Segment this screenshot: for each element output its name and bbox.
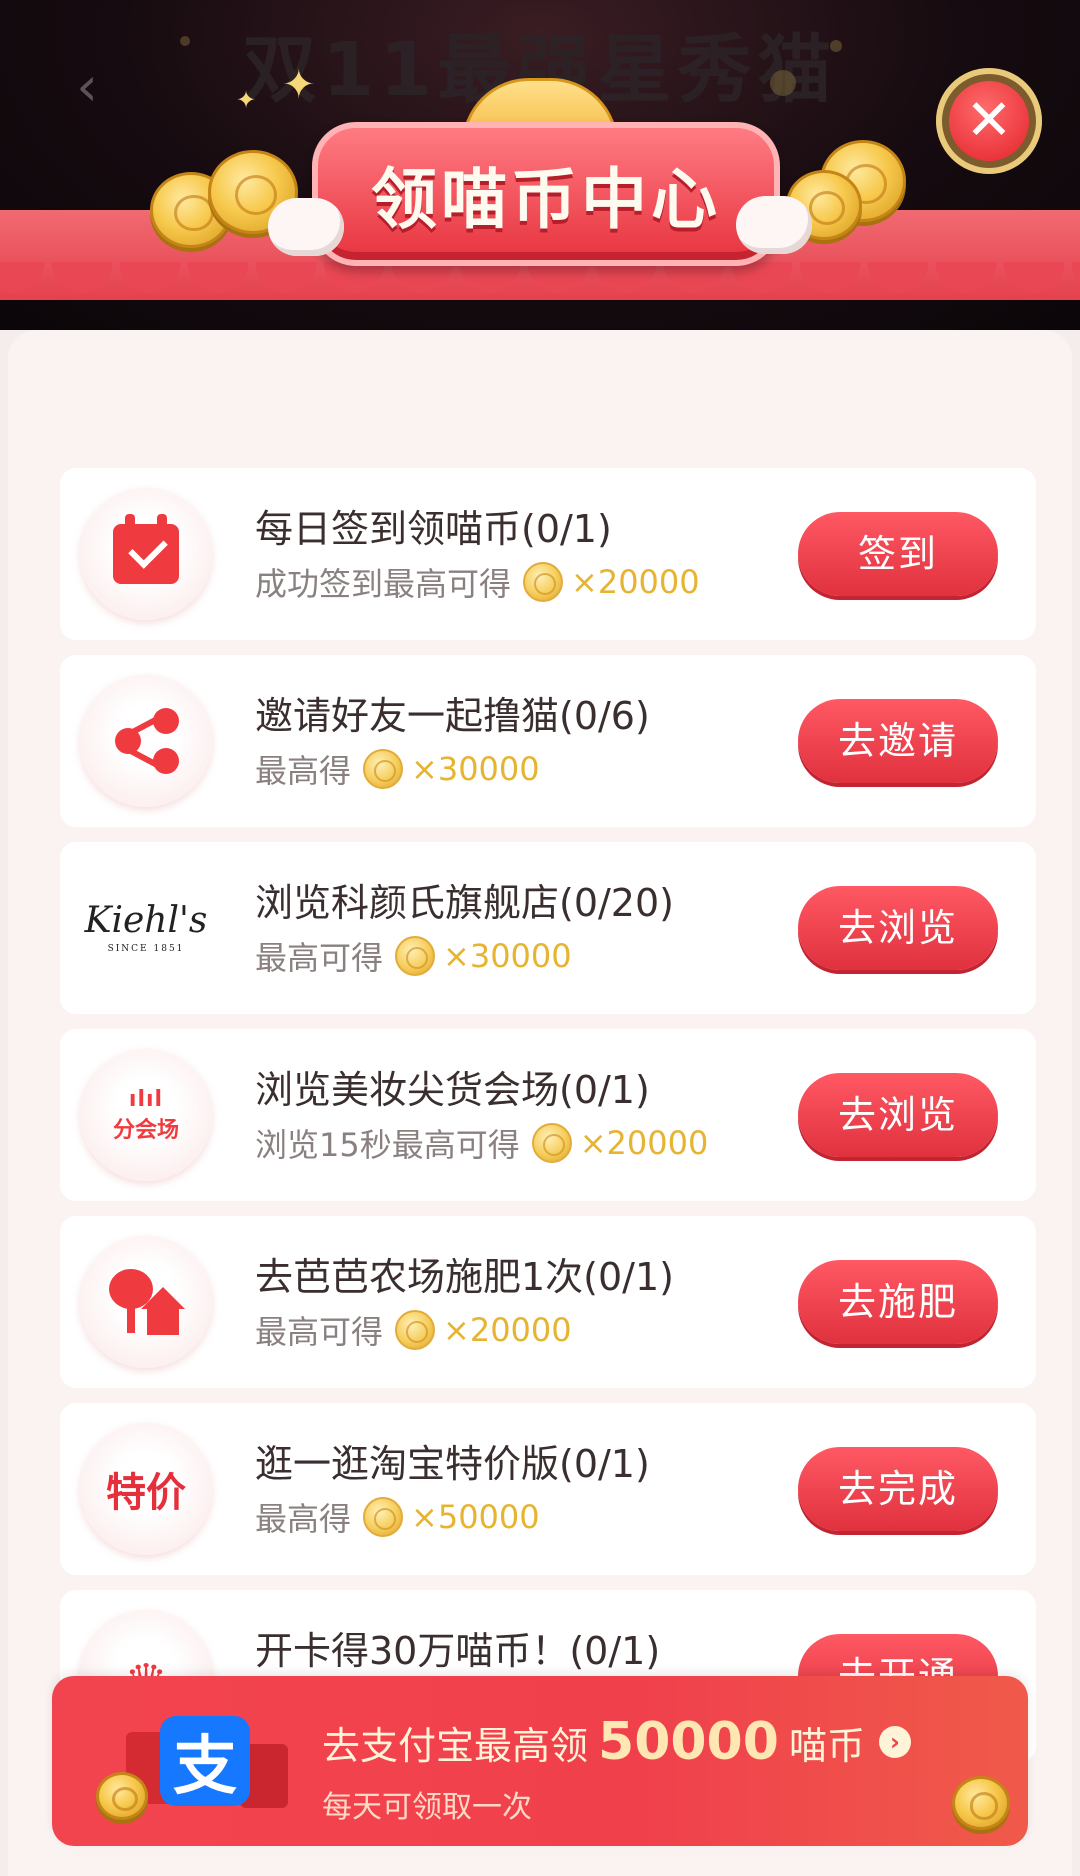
task-list: 每日签到领喵币(0/1) 成功签到最高可得 ×20000 签到 邀请好友一起撸猫… xyxy=(8,330,1072,1876)
reward-amount: ×20000 xyxy=(579,1124,709,1162)
reward-amount: ×50000 xyxy=(411,1498,540,1536)
reward-amount: ×30000 xyxy=(411,750,540,788)
task-item: 每日签到领喵币(0/1) 成功签到最高可得 ×20000 签到 xyxy=(60,468,1036,640)
task-title: 浏览科颜氏旗舰店(0/20) xyxy=(255,881,674,925)
venue-icon-label: 分会场 xyxy=(112,1117,179,1143)
kiehls-logo: Kiehl's SINCE 1851 xyxy=(80,862,212,994)
farm-icon xyxy=(80,1236,212,1368)
task-subtitle-text: 最高可得 xyxy=(255,1313,384,1351)
back-arrow-icon[interactable]: ‹ xyxy=(52,52,122,122)
task-item: 邀请好友一起撸猫(0/6) 最高得 ×30000 去邀请 xyxy=(60,655,1036,827)
task-subtitle: 浏览15秒最高可得 ×20000 xyxy=(255,1121,708,1165)
task-item: 特价 逛一逛淘宝特价版(0/1) 最高得 ×50000 去完成 xyxy=(60,1403,1036,1575)
coin-icon xyxy=(96,1772,148,1820)
complete-button[interactable]: 去完成 xyxy=(798,1447,998,1531)
calendar-icon xyxy=(80,488,212,620)
header: 双11最强星秀猫 ‹ ✦ ✦ 领喵币中心 ✕ xyxy=(0,0,1080,330)
banner-text-prefix: 去支付宝最高领 xyxy=(322,1723,589,1768)
task-subtitle: 最高可得 ×20000 xyxy=(255,1308,572,1352)
banner-amount: 50000 xyxy=(598,1712,779,1772)
task-subtitle: 最高可得 ×30000 xyxy=(255,934,572,978)
alipay-banner[interactable]: 支 去支付宝最高领 50000 喵币 › 每天可领取一次 xyxy=(52,1676,1028,1846)
coin-icon xyxy=(952,1776,1010,1830)
task-subtitle: 成功签到最高可得 ×20000 xyxy=(255,560,700,604)
task-subtitle-text: 成功签到最高可得 xyxy=(255,565,512,603)
coin-icon xyxy=(363,749,404,789)
decor-dot xyxy=(180,36,190,46)
title-plate: 领喵币中心 xyxy=(312,122,780,266)
fertilize-button[interactable]: 去施肥 xyxy=(798,1260,998,1344)
task-subtitle-text: 最高得 xyxy=(255,752,352,790)
task-subtitle-text: 浏览15秒最高可得 xyxy=(255,1126,520,1164)
banner-text-suffix: 喵币 xyxy=(788,1723,865,1768)
tejia-icon: 特价 xyxy=(80,1423,212,1555)
alipay-logo-icon: 支 xyxy=(160,1716,250,1806)
cloud-icon xyxy=(736,196,812,254)
tejia-icon-label: 特价 xyxy=(106,1470,186,1516)
coin-icon xyxy=(395,1310,436,1350)
task-subtitle: 最高得 ×30000 xyxy=(255,747,540,791)
reward-amount: ×20000 xyxy=(443,1311,572,1349)
banner-headline: 去支付宝最高领 50000 喵币 › xyxy=(322,1712,911,1772)
close-icon: ✕ xyxy=(949,81,1029,161)
task-subtitle: 最高得 ×50000 xyxy=(255,1495,540,1539)
kiehls-logo-text: Kiehl's xyxy=(84,899,208,941)
kiehls-logo-subtext: SINCE 1851 xyxy=(107,943,185,954)
task-item: ılıl 分会场 浏览美妆尖货会场(0/1) 浏览15秒最高可得 ×20000 … xyxy=(60,1029,1036,1201)
page-title: 领喵币中心 xyxy=(371,161,721,238)
cloud-icon xyxy=(268,198,344,256)
sparkle-icon: ✦ xyxy=(282,62,316,108)
share-icon xyxy=(80,675,212,807)
sparkle-icon: ✦ xyxy=(236,86,257,114)
close-button[interactable]: ✕ xyxy=(936,68,1042,174)
reward-amount: ×30000 xyxy=(443,937,572,975)
coin-icon xyxy=(363,1497,404,1537)
task-title: 逛一逛淘宝特价版(0/1) xyxy=(255,1442,650,1486)
task-title: 浏览美妆尖货会场(0/1) xyxy=(255,1068,650,1112)
decor-dot xyxy=(770,70,796,96)
reward-amount: ×20000 xyxy=(571,563,700,601)
task-title: 每日签到领喵币(0/1) xyxy=(255,507,612,551)
task-title: 去芭芭农场施肥1次(0/1) xyxy=(255,1255,674,1299)
banner-subtext: 每天可领取一次 xyxy=(322,1790,532,1825)
task-item: 去芭芭农场施肥1次(0/1) 最高可得 ×20000 去施肥 xyxy=(60,1216,1036,1388)
task-item: Kiehl's SINCE 1851 浏览科颜氏旗舰店(0/20) 最高可得 ×… xyxy=(60,842,1036,1014)
task-title: 开卡得30万喵币！(0/1) xyxy=(255,1629,661,1673)
coin-icon xyxy=(395,936,436,976)
decor-dot xyxy=(830,40,842,52)
venue-icon: ılıl 分会场 xyxy=(80,1049,212,1181)
awning-scallops xyxy=(0,262,1080,310)
browse-button[interactable]: 去浏览 xyxy=(798,1073,998,1157)
task-panel: 每日签到领喵币(0/1) 成功签到最高可得 ×20000 签到 邀请好友一起撸猫… xyxy=(0,330,1080,1876)
task-subtitle-text: 最高可得 xyxy=(255,939,384,977)
browse-button[interactable]: 去浏览 xyxy=(798,886,998,970)
task-subtitle-text: 最高得 xyxy=(255,1500,352,1538)
coin-icon xyxy=(523,562,564,602)
chevron-right-icon: › xyxy=(878,1726,911,1758)
coin-icon xyxy=(531,1123,572,1163)
sign-in-button[interactable]: 签到 xyxy=(798,512,998,596)
invite-button[interactable]: 去邀请 xyxy=(798,699,998,783)
task-title: 邀请好友一起撸猫(0/6) xyxy=(255,694,650,738)
